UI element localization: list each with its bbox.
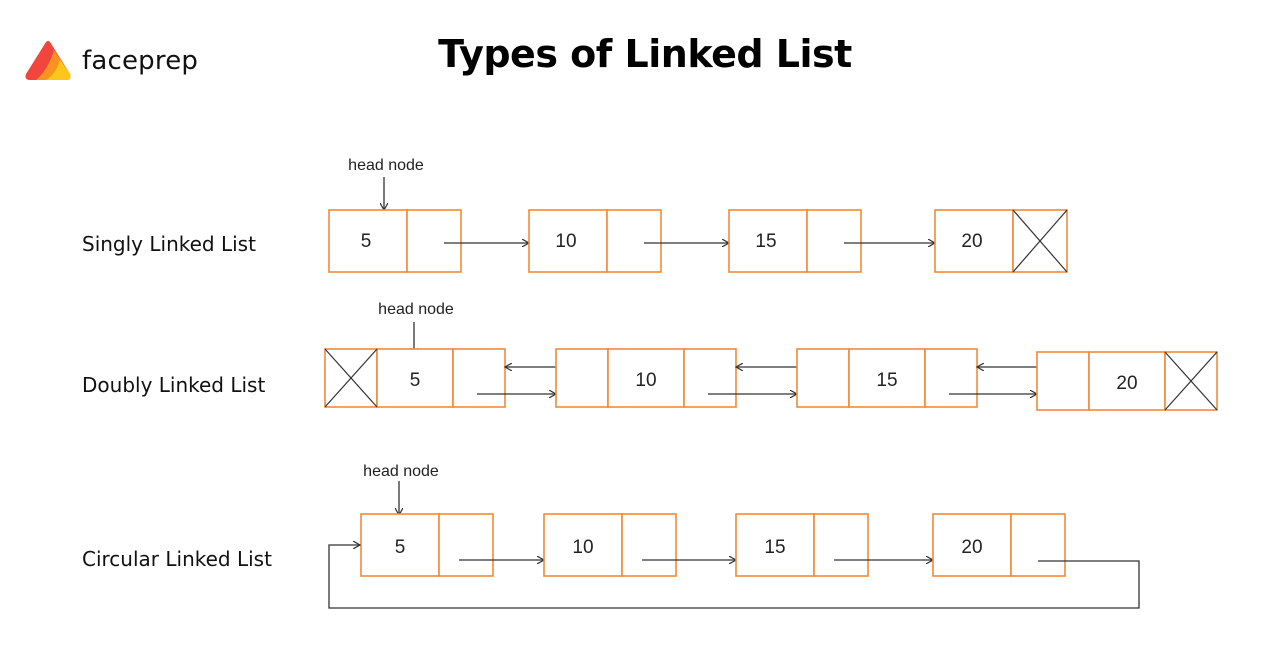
doubly-linked-list: head node 5 10 15 20 [324, 301, 1218, 411]
list-node: 15 [796, 348, 978, 408]
node-next-cell [1010, 513, 1066, 577]
list-node: 20 [1036, 351, 1218, 411]
node-next-cell [621, 513, 677, 577]
node-next-cell [924, 348, 978, 408]
circular-linked-list: head node 5 10 15 20 [328, 463, 1140, 609]
node-value: 15 [764, 537, 785, 558]
list-node: 10 [555, 348, 737, 408]
node-value: 5 [395, 537, 406, 558]
node-value: 5 [361, 231, 372, 252]
node-value: 10 [572, 537, 593, 558]
node-next-cell [813, 513, 869, 577]
node-value: 20 [961, 231, 982, 252]
node-next-cell [683, 348, 737, 408]
node-next-cell [606, 209, 662, 273]
list-node: 5 [324, 348, 506, 408]
node-value: 15 [755, 231, 776, 252]
node-next-cell [806, 209, 862, 273]
list-node: 5 [360, 513, 494, 577]
node-value: 10 [555, 231, 576, 252]
list-node: 10 [543, 513, 677, 577]
node-next-cell [452, 348, 506, 408]
list-node: 10 [528, 209, 662, 273]
list-node: 20 [932, 513, 1066, 577]
node-value: 5 [410, 370, 421, 391]
list-node: 15 [728, 209, 862, 273]
node-value: 15 [876, 370, 897, 391]
node-prev-cell [555, 348, 609, 408]
head-node-label: head node [363, 463, 439, 480]
node-value: 10 [635, 370, 656, 391]
node-prev-cell [1036, 351, 1090, 411]
list-node: 20 [934, 209, 1068, 273]
head-node-label: head node [348, 157, 424, 174]
node-prev-cell [796, 348, 850, 408]
node-next-cell [406, 209, 462, 273]
head-node-label: head node [378, 301, 454, 318]
linked-list-diagram: head node 5 10 15 20 head node 5 10 15 20 head n… [324, 157, 1218, 609]
node-value: 20 [961, 537, 982, 558]
list-node: 5 [328, 209, 462, 273]
node-next-cell [438, 513, 494, 577]
singly-linked-list: head node 5 10 15 20 [328, 157, 1068, 273]
node-value: 20 [1116, 373, 1137, 394]
list-node: 15 [735, 513, 869, 577]
